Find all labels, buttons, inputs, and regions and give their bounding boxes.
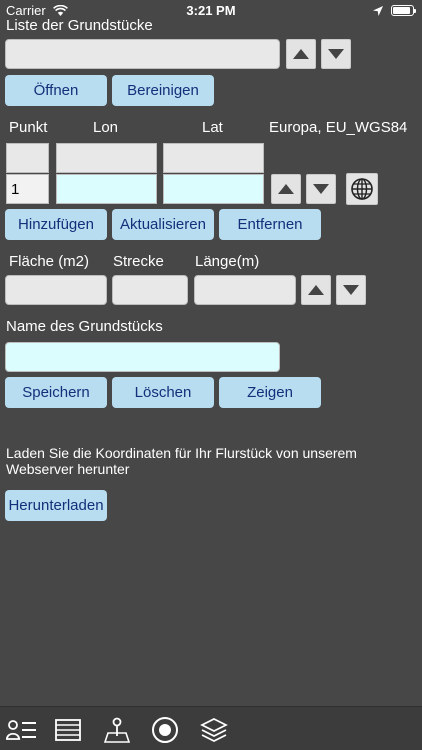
current-lon-input[interactable] [57, 175, 156, 203]
length-field[interactable] [194, 275, 296, 305]
prev-lon-input[interactable] [57, 144, 156, 172]
area-field[interactable] [5, 275, 107, 305]
open-button[interactable]: Öffnen [5, 75, 107, 106]
globe-icon [351, 178, 373, 200]
point-up-button[interactable] [271, 174, 301, 204]
arrow-up-icon [293, 49, 309, 59]
arrow-up-icon [308, 285, 324, 295]
lon-header: Lon [93, 119, 119, 136]
tab-layers[interactable] [199, 715, 229, 745]
tab-table[interactable] [53, 715, 83, 745]
prev-lon-field[interactable] [56, 143, 157, 173]
current-lat-input[interactable] [164, 175, 263, 203]
segment-down-button[interactable] [336, 275, 366, 305]
arrow-up-icon [278, 184, 294, 194]
parcel-down-button[interactable] [321, 39, 351, 69]
segment-label: Strecke [113, 253, 164, 270]
point-header: Punkt [9, 119, 48, 136]
current-lon-field[interactable] [56, 174, 157, 204]
segment-field[interactable] [112, 275, 188, 305]
prev-lat-input[interactable] [164, 144, 263, 172]
arrow-down-icon [328, 49, 344, 59]
tab-map-pin[interactable] [102, 715, 132, 745]
delete-button[interactable]: Löschen [112, 377, 214, 408]
save-button[interactable]: Speichern [5, 377, 107, 408]
area-input[interactable] [6, 276, 106, 304]
parcel-name-input[interactable] [6, 343, 279, 371]
length-input[interactable] [195, 276, 295, 304]
area-label: Fläche (m2) [9, 253, 90, 270]
download-note: Laden Sie die Koordinaten für Ihr Flurst… [6, 445, 357, 477]
tab-bar [0, 706, 422, 750]
arrow-down-icon [343, 285, 359, 295]
battery-icon [391, 5, 416, 16]
add-button[interactable]: Hinzufügen [5, 209, 107, 240]
clock: 3:21 PM [186, 3, 236, 18]
show-button[interactable]: Zeigen [219, 377, 321, 408]
current-lat-field[interactable] [163, 174, 264, 204]
layers-icon [200, 718, 228, 742]
table-list-icon [55, 719, 81, 741]
length-label: Länge(m) [195, 253, 260, 270]
segment-up-button[interactable] [301, 275, 331, 305]
update-button[interactable]: Aktualisieren [112, 209, 214, 240]
prev-point-input[interactable] [7, 144, 48, 172]
map-pin-icon [104, 717, 130, 743]
segment-input[interactable] [113, 276, 187, 304]
parcel-name-label: Name des Grundstücks [6, 318, 163, 335]
datum-label: Europa, EU_WGS84 [269, 119, 408, 136]
current-point-input[interactable] [7, 175, 48, 203]
parcel-select-input[interactable] [6, 40, 279, 68]
location-icon [373, 4, 383, 19]
parcel-up-button[interactable] [286, 39, 316, 69]
parcel-select[interactable] [5, 39, 280, 69]
record-icon [152, 717, 178, 743]
remove-button[interactable]: Entfernen [219, 209, 321, 240]
contacts-list-icon [6, 720, 36, 740]
current-point-field[interactable] [6, 174, 49, 204]
clean-button[interactable]: Bereinigen [112, 75, 214, 106]
tab-contacts[interactable] [6, 715, 36, 745]
prev-lat-field[interactable] [163, 143, 264, 173]
lat-header: Lat [202, 119, 223, 136]
parcel-list-label: Liste der Grundstücke [6, 17, 153, 34]
prev-point-field[interactable] [6, 143, 49, 173]
download-button[interactable]: Herunterladen [5, 490, 107, 521]
globe-button[interactable] [346, 173, 378, 205]
arrow-down-icon [313, 184, 329, 194]
parcel-name-field[interactable] [5, 342, 280, 372]
tab-record[interactable] [150, 715, 180, 745]
point-down-button[interactable] [306, 174, 336, 204]
